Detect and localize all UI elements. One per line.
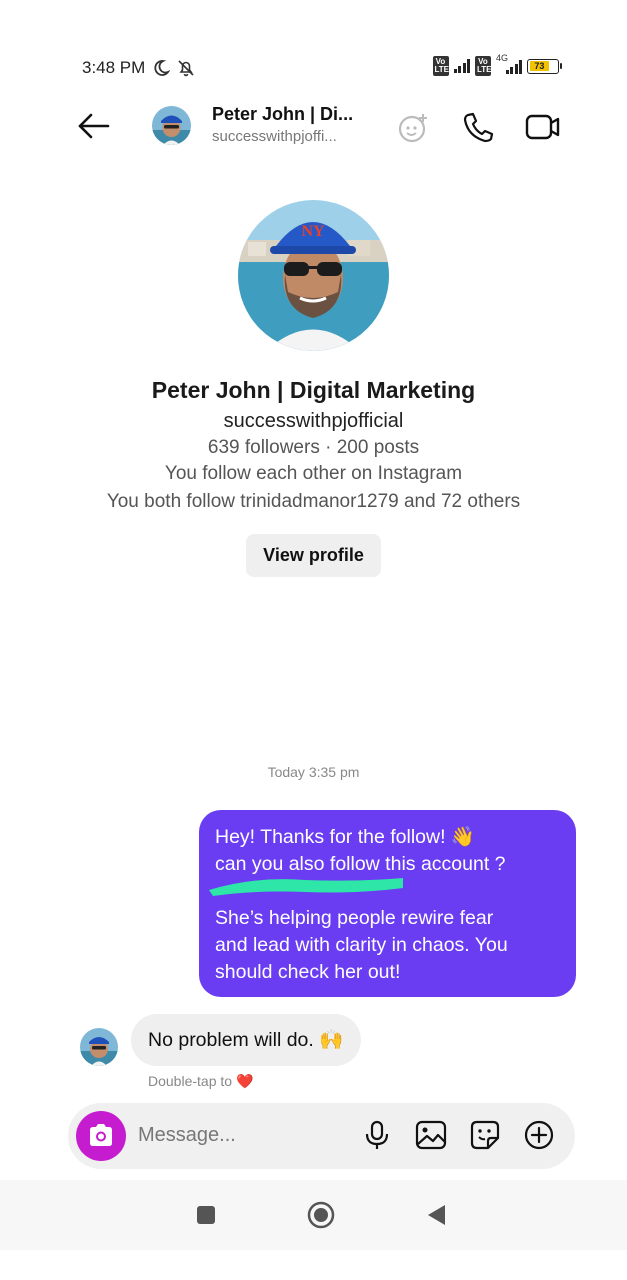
view-profile-button[interactable]: View profile (246, 534, 381, 577)
chat-header: Peter John | Di... successwithpjoffi... (0, 100, 627, 152)
double-tap-hint: Double-tap to ❤️ (148, 1073, 254, 1089)
signal-icon (453, 59, 470, 73)
message-input[interactable] (138, 1124, 338, 1147)
camera-button[interactable] (76, 1111, 126, 1161)
header-handle[interactable]: successwithpjoffi... (212, 128, 337, 145)
sent-message-line: should check her out! (215, 961, 401, 983)
volte-icon: Vo LTE (432, 56, 450, 76)
message-timestamp: Today 3:35 pm (267, 764, 360, 780)
profile-handle: successwithpjofficial (223, 410, 404, 432)
header-name[interactable]: Peter John | Di... (212, 104, 353, 125)
mute-bell-icon (178, 60, 194, 77)
header-avatar[interactable] (152, 106, 191, 145)
status-bar: 3:48 PM Vo LTE Vo LTE 4G 73 (0, 52, 627, 86)
plus-icon[interactable] (522, 1118, 556, 1152)
recents-icon[interactable] (189, 1198, 223, 1232)
status-time: 3:48 PM (82, 58, 146, 77)
back-nav-icon[interactable] (419, 1198, 453, 1232)
profile-name: Peter John | Digital Marketing (151, 377, 476, 403)
status-icons-right: Vo LTE Vo LTE 4G 73 (432, 53, 562, 76)
profile-mutual-accounts: You both follow trinidadmanor1279 and 72… (106, 491, 521, 512)
battery-level: 73 (529, 61, 550, 71)
phone-icon[interactable] (460, 110, 496, 144)
sent-message-line: Hey! Thanks for the follow! 👋 (215, 826, 476, 848)
volte-icon-2: Vo LTE (475, 56, 492, 76)
profile-card: NY Peter John | Digital Marketing succes… (0, 200, 627, 577)
camera-icon (90, 1124, 112, 1146)
home-icon[interactable] (304, 1198, 338, 1232)
sent-message-bubble[interactable]: Hey! Thanks for the follow! 👋 can you al… (199, 810, 576, 997)
back-arrow-icon[interactable] (74, 108, 114, 144)
sender-avatar[interactable] (80, 1028, 118, 1066)
status-icons-left (150, 58, 196, 78)
do-not-disturb-icon (154, 60, 170, 76)
effects-icon[interactable] (396, 110, 432, 144)
battery-icon: 73 (527, 58, 562, 74)
sticker-icon[interactable] (468, 1118, 502, 1152)
gallery-icon[interactable] (414, 1118, 448, 1152)
message-composer (68, 1103, 575, 1169)
svg-text:NY: NY (301, 223, 325, 240)
sent-message-line: and lead with clarity in chaos. You (215, 934, 508, 956)
sent-message-line: She’s helping people rewire fear (215, 907, 494, 929)
redaction-scribble (209, 878, 403, 896)
received-message-bubble[interactable]: No problem will do. 🙌 (131, 1014, 361, 1066)
profile-stats: 639 followers · 200 posts (207, 437, 420, 458)
profile-mutual-follow: You follow each other on Instagram (164, 463, 463, 484)
video-icon[interactable] (524, 110, 560, 144)
system-nav-bar (0, 1180, 627, 1250)
signal-4g-icon: 4G (496, 53, 522, 74)
microphone-icon[interactable] (360, 1118, 394, 1152)
profile-avatar[interactable]: NY (238, 200, 389, 351)
